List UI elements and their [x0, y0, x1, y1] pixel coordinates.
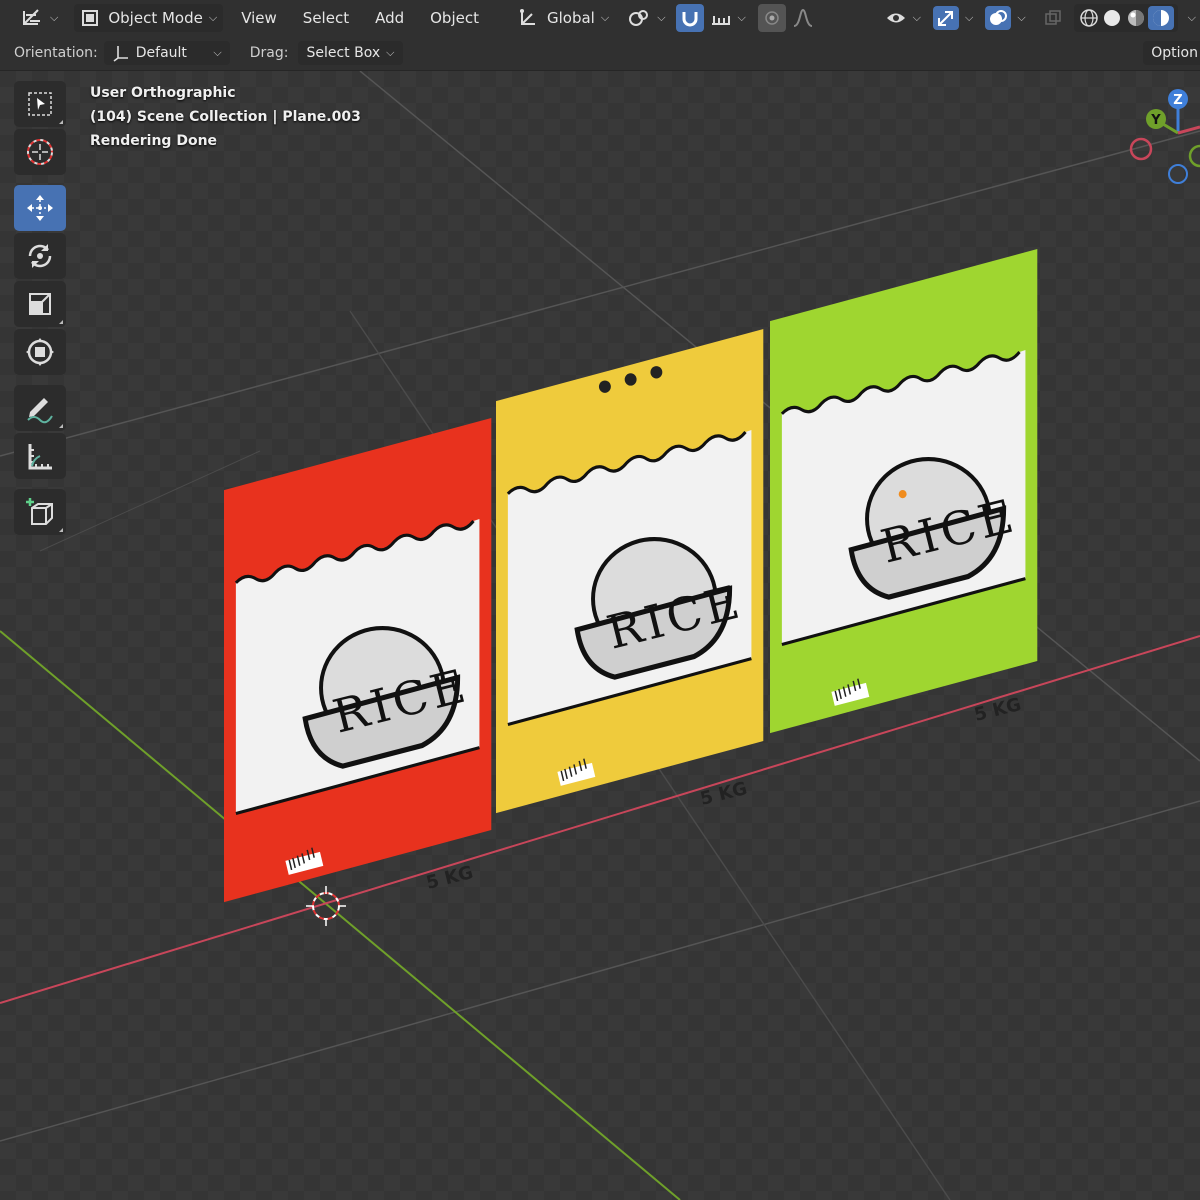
gizmo-neg-z-handle[interactable] — [1168, 164, 1188, 184]
hang-hole — [624, 373, 637, 386]
transform-icon — [26, 338, 54, 366]
measure-ruler-icon — [28, 444, 52, 470]
menu-select[interactable]: Select — [297, 4, 355, 32]
rice-bag-yellow[interactable] — [496, 329, 763, 813]
magnet-icon — [682, 12, 698, 27]
view-name: User Orthographic — [90, 85, 236, 101]
orientation-gizmo-icon — [113, 46, 128, 62]
rotate-icon — [28, 244, 52, 268]
select-box-tool[interactable] — [14, 81, 66, 127]
options-label: Option — [1151, 45, 1198, 61]
gizmo-neg-y-handle[interactable] — [1188, 144, 1200, 168]
chevron-down-icon: ⌵ — [600, 11, 610, 24]
chevron-down-icon: ⌵ — [386, 46, 395, 59]
orientation-value: Default — [135, 45, 187, 61]
eye-icon — [886, 13, 905, 23]
cursor-icon — [27, 139, 53, 165]
chevron-down-icon: ⌵ — [912, 11, 921, 24]
move-tool[interactable] — [14, 185, 66, 231]
menu-add[interactable]: Add — [369, 4, 410, 32]
link-icon — [629, 10, 649, 26]
snap-increment-icon — [711, 16, 730, 25]
gizmo-neg-x-handle[interactable] — [1129, 137, 1153, 161]
drag-field-label: Drag: — [249, 45, 289, 61]
gizmo-y-label: Y — [1150, 113, 1161, 128]
drag-value: Select Box — [306, 45, 381, 61]
tool-settings-bar: Orientation: Default ⌵ Drag: Select Box … — [0, 36, 1200, 71]
overlay-dropdown[interactable]: ⌵ — [979, 4, 1031, 32]
shading-modes — [1073, 4, 1178, 32]
add-cube-tool[interactable] — [14, 489, 66, 535]
render-status: Rendering Done — [90, 133, 218, 149]
rendered-shading-button[interactable] — [1147, 6, 1174, 30]
menu-view[interactable]: View — [235, 4, 283, 32]
transform-orientation-dropdown[interactable]: Global ⌵ — [511, 4, 615, 32]
orientation-dropdown[interactable]: Default ⌵ — [103, 41, 230, 65]
mode-label: Object Mode — [108, 9, 203, 27]
editor-type-button[interactable]: ⌵ — [14, 4, 64, 32]
annotate-tool[interactable] — [14, 385, 66, 431]
chevron-down-icon: ⌵ — [964, 11, 974, 24]
pivot-point-button[interactable]: ⌵ — [621, 4, 671, 32]
orientation-field-label: Orientation: — [14, 45, 98, 61]
annotate-pencil-icon — [27, 398, 53, 424]
hang-hole — [598, 380, 611, 393]
viewport-header: ⌵ Object Mode ⌵ View Select Add Object G… — [0, 0, 1200, 36]
chevron-down-icon: ⌵ — [1187, 11, 1196, 24]
shading-options-dropdown[interactable]: ⌵ — [1178, 4, 1200, 32]
scale-icon — [29, 293, 51, 315]
overlay-toggle[interactable] — [985, 6, 1012, 30]
3d-viewport[interactable]: RICE 5 KG RICE 5 KG RICE 5 KG User Ortho… — [0, 71, 1200, 1200]
wireframe-shading-icon[interactable] — [1078, 7, 1100, 29]
gizmo-arrow-icon — [937, 11, 953, 26]
add-cube-icon — [26, 498, 53, 525]
orientation-label: Global — [546, 9, 595, 27]
material-preview-icon[interactable] — [1124, 7, 1148, 29]
falloff-dropdown[interactable] — [786, 4, 820, 32]
select-box-icon — [28, 92, 52, 116]
cursor-tool[interactable] — [14, 129, 66, 175]
mode-dropdown[interactable]: Object Mode ⌵ — [74, 4, 224, 32]
solid-shading-icon[interactable] — [1100, 7, 1124, 29]
snap-toggle[interactable] — [675, 4, 704, 32]
orientation-axes-icon — [519, 9, 535, 25]
measure-tool[interactable] — [14, 433, 66, 479]
viewport-info: User Orthographic (104) Scene Collection… — [90, 81, 361, 153]
toolbar — [14, 81, 66, 537]
gizmo-dropdown[interactable]: ⌵ — [927, 4, 979, 32]
chevron-down-icon: ⌵ — [213, 46, 222, 59]
object-mode-icon — [82, 10, 99, 26]
drag-dropdown[interactable]: Select Box ⌵ — [298, 41, 403, 65]
transform-tool[interactable] — [14, 329, 66, 375]
hang-hole — [650, 366, 663, 379]
rendered-shading-icon — [1152, 10, 1169, 26]
scale-tool[interactable] — [14, 281, 66, 327]
gizmo-z-label: Z — [1173, 93, 1182, 108]
overlay-circles-icon — [990, 10, 1008, 25]
editor-type-icon — [23, 9, 40, 25]
xray-toggle[interactable] — [1038, 4, 1068, 32]
proportional-editing-toggle[interactable] — [757, 4, 786, 32]
move-icon — [27, 195, 53, 221]
collection-info: (104) Scene Collection | Plane.003 — [90, 109, 361, 125]
gizmo-toggle[interactable] — [932, 6, 959, 30]
chevron-down-icon: ⌵ — [657, 11, 666, 24]
chevron-down-icon: ⌵ — [50, 11, 59, 24]
chevron-down-icon: ⌵ — [1017, 11, 1026, 24]
falloff-curve-icon — [793, 8, 813, 27]
navigation-gizmo[interactable]: Z Y — [1120, 71, 1200, 191]
chevron-down-icon: ⌵ — [737, 11, 746, 24]
visibility-dropdown[interactable]: ⌵ — [879, 4, 927, 32]
snap-target-dropdown[interactable]: ⌵ — [704, 4, 752, 32]
options-button[interactable]: Option — [1143, 41, 1200, 65]
chevron-down-icon: ⌵ — [208, 11, 218, 24]
scene-canvas[interactable]: RICE 5 KG RICE 5 KG RICE 5 KG — [0, 71, 1200, 1200]
proportional-edit-icon — [765, 11, 779, 25]
xray-icon — [1044, 10, 1061, 25]
menu-object[interactable]: Object — [424, 4, 485, 32]
object-origin-dot — [898, 490, 907, 499]
rotate-tool[interactable] — [14, 233, 66, 279]
